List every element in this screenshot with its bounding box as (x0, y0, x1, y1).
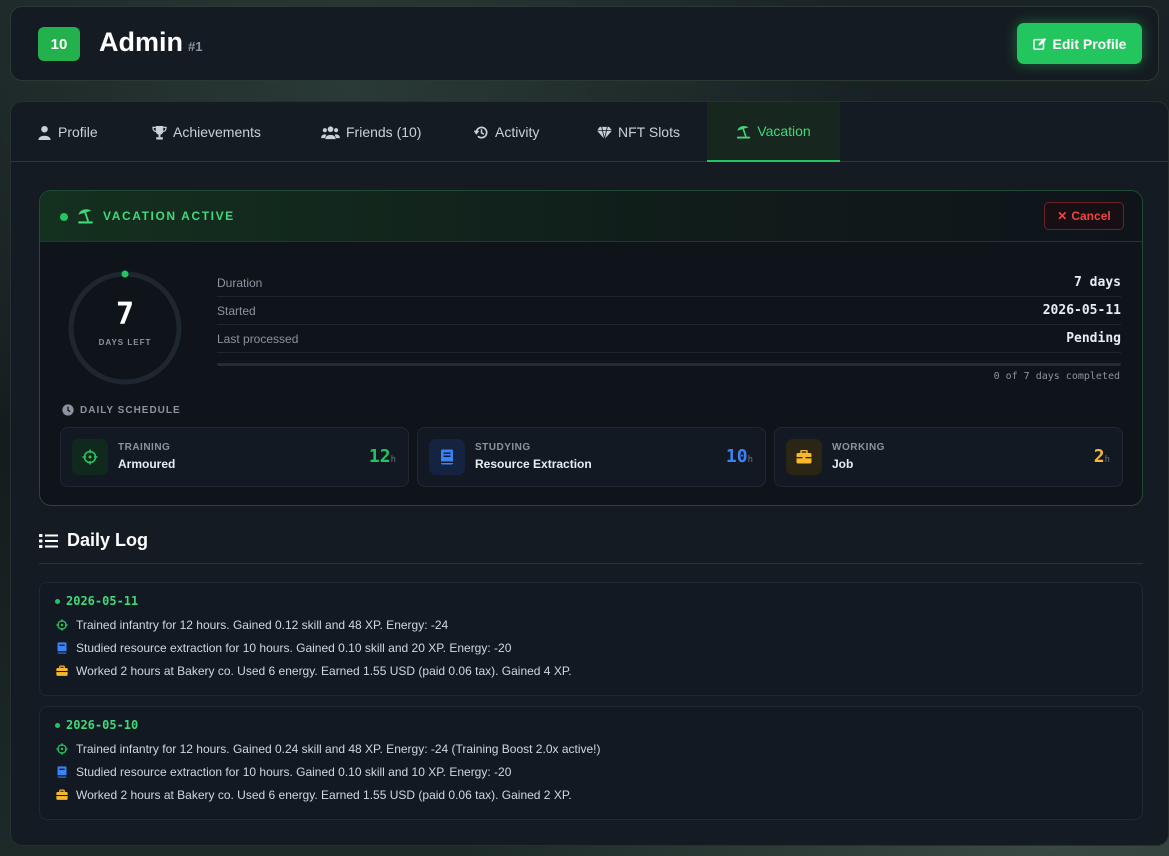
stat-started: Started 2026-05-11 (217, 297, 1121, 325)
umbrella-beach-icon (78, 209, 93, 224)
log-date: 2026-05-11 (55, 594, 138, 608)
progress-text: 0 of 7 days completed (993, 371, 1120, 382)
log-entry: Worked 2 hours at Bakery co. Used 6 ener… (56, 788, 572, 802)
umbrella-beach-icon (737, 125, 751, 139)
schedule-name: Armoured (118, 457, 176, 471)
tab-achievements[interactable]: Achievements (152, 102, 261, 162)
tab-profile[interactable]: Profile (37, 102, 98, 162)
stat-value: 2026-05-11 (1042, 303, 1121, 318)
log-entry-text: Trained infantry for 12 hours. Gained 0.… (76, 618, 449, 632)
tab-label: Vacation (757, 123, 811, 139)
log-entry-text: Trained infantry for 12 hours. Gained 0.… (76, 742, 601, 756)
briefcase-icon (56, 789, 68, 800)
level-badge: 10 (38, 27, 80, 61)
schedule-working: WORKING Job 2h (774, 427, 1123, 487)
tab-label: Achievements (173, 124, 261, 140)
clock-icon (62, 404, 74, 416)
vacation-progress-bar (217, 363, 1121, 366)
edit-profile-button[interactable]: Edit Profile (1017, 23, 1142, 64)
days-left-label: DAYS LEFT (98, 338, 152, 347)
tab-label: Activity (495, 124, 540, 140)
tab-activity[interactable]: Activity (474, 102, 539, 162)
schedule-name: Resource Extraction (475, 457, 592, 471)
profile-panel: Profile Achievements Friends (10) Activi… (10, 101, 1169, 846)
vacation-card: VACATION ACTIVE ✕ Cancel 7 DAYS LEFT Dur… (39, 190, 1143, 506)
schedule-name: Job (832, 457, 854, 471)
log-entry: Studied resource extraction for 10 hours… (56, 641, 511, 655)
schedule-kind: STUDYING (475, 442, 531, 453)
schedule-hours: 10h (725, 446, 753, 467)
log-entry: Worked 2 hours at Bakery co. Used 6 ener… (56, 664, 572, 678)
stat-value: 7 days (1074, 275, 1121, 290)
stat-label: Duration (217, 275, 263, 290)
tab-bar: Profile Achievements Friends (10) Activi… (11, 102, 1168, 162)
gem-icon (597, 126, 612, 139)
log-date: 2026-05-10 (55, 718, 138, 732)
close-icon: ✕ (1057, 209, 1068, 223)
schedule-title: DAILY SCHEDULE (80, 404, 181, 416)
log-entry: Trained infantry for 12 hours. Gained 0.… (56, 618, 448, 632)
tab-label: Friends (10) (346, 124, 422, 140)
tab-label: NFT Slots (618, 124, 680, 140)
crosshairs-icon (56, 743, 68, 755)
username: Admin (99, 27, 183, 57)
briefcase-icon (56, 665, 68, 676)
log-entry-text: Studied resource extraction for 10 hours… (76, 765, 512, 779)
vacation-status: VACATION ACTIVE (103, 209, 235, 223)
tab-friends[interactable]: Friends (10) (321, 102, 421, 162)
user-icon (38, 125, 51, 140)
schedule-hours: 12h (368, 446, 396, 467)
divider (39, 563, 1143, 564)
profile-header: 10 Admin #1 Edit Profile (10, 6, 1159, 81)
crosshairs-icon (72, 439, 108, 475)
book-icon (57, 642, 67, 654)
log-entry-text: Worked 2 hours at Bakery co. Used 6 ener… (76, 664, 572, 678)
cancel-label: Cancel (1071, 209, 1111, 223)
schedule-hours: 2h (1093, 446, 1110, 467)
schedule-kind: TRAINING (118, 442, 171, 453)
stat-label: Last processed (217, 331, 299, 346)
log-day: 2026-05-11 Trained infantry for 12 hours… (39, 582, 1143, 696)
crosshairs-icon (56, 619, 68, 631)
schedule-training: TRAINING Armoured 12h (60, 427, 409, 487)
log-entry: Trained infantry for 12 hours. Gained 0.… (56, 742, 601, 756)
trophy-icon (152, 125, 167, 140)
vacation-header: VACATION ACTIVE ✕ Cancel (40, 191, 1142, 242)
days-left-value: 7 (115, 297, 135, 332)
cancel-vacation-button[interactable]: ✕ Cancel (1044, 202, 1124, 230)
history-icon (474, 126, 488, 139)
log-day: 2026-05-10 Trained infantry for 12 hours… (39, 706, 1143, 820)
log-entry-text: Worked 2 hours at Bakery co. Used 6 ener… (76, 788, 572, 802)
book-icon (57, 766, 67, 778)
schedule-kind: WORKING (832, 442, 885, 453)
user-id: #1 (188, 39, 203, 54)
stat-label: Started (217, 303, 256, 318)
stat-duration: Duration 7 days (217, 269, 1121, 297)
stat-value: Pending (1066, 331, 1121, 346)
daily-log-title: Daily Log (67, 530, 149, 550)
tab-label: Profile (58, 124, 98, 140)
daily-log-heading: Daily Log (39, 530, 148, 551)
tab-vacation[interactable]: Vacation (707, 102, 840, 162)
ring-progress-dot (121, 270, 129, 278)
briefcase-icon (786, 439, 822, 475)
log-entry: Studied resource extraction for 10 hours… (56, 765, 511, 779)
log-entry-text: Studied resource extraction for 10 hours… (76, 641, 512, 655)
schedule-heading: DAILY SCHEDULE (62, 404, 181, 416)
edit-profile-label: Edit Profile (1052, 35, 1127, 52)
status-dot (60, 213, 68, 221)
list-icon (39, 533, 58, 548)
tab-nft-slots[interactable]: NFT Slots (597, 102, 680, 162)
stat-last-processed: Last processed Pending (217, 325, 1121, 353)
users-icon (321, 125, 340, 139)
edit-icon (1032, 37, 1046, 50)
book-icon (429, 439, 465, 475)
schedule-studying: STUDYING Resource Extraction 10h (417, 427, 766, 487)
